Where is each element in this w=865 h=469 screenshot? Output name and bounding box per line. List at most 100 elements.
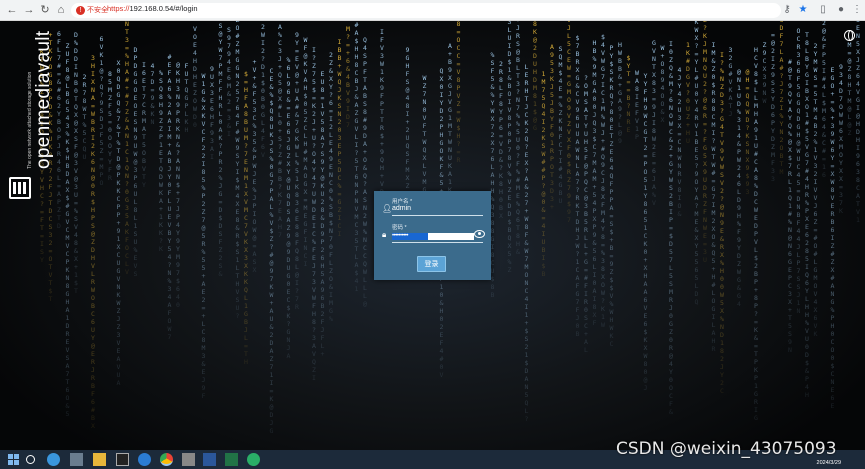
rain-glyph: 6 xyxy=(822,115,826,123)
rain-glyph: F xyxy=(601,201,605,209)
username-input[interactable]: admin xyxy=(392,205,411,212)
rain-glyph: @ xyxy=(91,230,95,238)
rain-glyph: R xyxy=(610,84,614,92)
search-icon[interactable] xyxy=(26,455,35,464)
rain-glyph: 4 xyxy=(363,44,367,52)
home-icon[interactable]: ⌂ xyxy=(54,3,68,17)
rain-glyph: E xyxy=(508,194,512,202)
rain-glyph: T xyxy=(525,95,529,103)
rain-glyph: L xyxy=(363,292,367,300)
rain-glyph: & xyxy=(202,360,206,368)
rain-glyph: Q xyxy=(117,75,121,83)
security-status[interactable]: 不安全 xyxy=(87,5,108,15)
rain-glyph: U xyxy=(559,197,563,205)
rain-glyph: F xyxy=(703,136,707,144)
rain-glyph: # xyxy=(814,250,818,258)
rain-glyph: P xyxy=(134,54,138,62)
rain-glyph: & xyxy=(202,96,206,104)
rain-glyph: 9 xyxy=(210,129,214,137)
bookmark-star-icon[interactable]: ★ xyxy=(796,3,810,17)
reload-icon[interactable]: ↻ xyxy=(38,3,52,17)
rain-glyph: V xyxy=(66,346,70,354)
rain-glyph: R xyxy=(720,243,724,251)
rain-glyph: O xyxy=(142,149,146,157)
rain-glyph: Y xyxy=(176,229,180,237)
rain-glyph: Y xyxy=(550,115,554,123)
rain-glyph: S xyxy=(814,74,818,82)
menu-icon[interactable]: ⋮ xyxy=(850,3,864,17)
rain-glyph: D xyxy=(338,166,342,174)
rain-glyph: ? xyxy=(695,202,699,210)
sidebar-icon[interactable]: ▯ xyxy=(816,3,830,17)
rain-glyph: $ xyxy=(312,86,316,94)
rain-glyph: U xyxy=(703,72,707,80)
login-button[interactable]: 登录 xyxy=(417,256,446,272)
rain-glyph: 7 xyxy=(278,199,282,207)
rain-glyph: U xyxy=(66,50,70,58)
url-text[interactable]: https://192.168.0.54/#/login xyxy=(107,4,198,13)
rain-glyph: G xyxy=(338,198,342,206)
rain-glyph: D xyxy=(856,128,860,136)
key-icon[interactable]: ⚷ xyxy=(780,3,794,17)
rain-glyph: C xyxy=(678,138,682,146)
address-bar[interactable]: ! 不安全 https://192.168.0.54/#/login xyxy=(71,3,781,18)
rain-glyph: @ xyxy=(363,300,367,308)
rain-glyph: K xyxy=(440,155,444,163)
password-input[interactable]: •••••••••• xyxy=(392,233,474,240)
profile-icon[interactable]: ● xyxy=(834,3,848,17)
back-icon[interactable]: ← xyxy=(5,3,19,17)
rain-glyph: + xyxy=(788,306,792,314)
rain-glyph: M xyxy=(304,156,308,164)
rain-glyph: @ xyxy=(533,36,537,44)
word-icon[interactable] xyxy=(203,453,216,466)
rain-glyph: E xyxy=(440,331,444,339)
rain-glyph: R xyxy=(805,191,809,199)
rain-glyph: 3 xyxy=(678,114,682,122)
rain-glyph: E xyxy=(134,94,138,102)
rain-glyph: 6 xyxy=(329,99,333,107)
app-icon[interactable] xyxy=(182,453,195,466)
rain-glyph: 8 xyxy=(295,231,299,239)
csdn-watermark: CSDN @weixin_43075093 xyxy=(616,439,837,459)
rain-glyph: C xyxy=(125,252,129,260)
chrome-icon[interactable] xyxy=(160,453,173,466)
rain-glyph: 4 xyxy=(542,110,546,118)
rain-glyph: D xyxy=(91,246,95,254)
rain-glyph: N xyxy=(338,110,342,118)
rain-glyph: O xyxy=(669,384,673,392)
excel-icon[interactable] xyxy=(225,453,238,466)
rain-glyph: Z xyxy=(159,125,163,133)
rain-glyph: A xyxy=(448,42,452,50)
rain-glyph: Z xyxy=(686,113,690,121)
rain-glyph: ? xyxy=(40,200,44,208)
rain-glyph: N xyxy=(151,118,155,126)
forward-icon[interactable]: → xyxy=(22,3,36,17)
show-password-eye-icon[interactable] xyxy=(474,230,485,238)
rain-glyph: P xyxy=(610,188,614,196)
edge-icon[interactable] xyxy=(47,453,60,466)
taskbar-date[interactable]: 2024/3/29 xyxy=(817,460,841,466)
rain-glyph: & xyxy=(57,78,61,86)
rain-glyph: 3 xyxy=(584,202,588,210)
rain-glyph: A xyxy=(754,118,758,126)
rain-glyph: 3 xyxy=(856,168,860,176)
rain-glyph: W xyxy=(525,247,529,255)
rain-glyph: P xyxy=(550,155,554,163)
wechat-icon[interactable] xyxy=(247,453,260,466)
rain-glyph: G xyxy=(686,73,690,81)
rain-glyph: L xyxy=(508,26,512,34)
rain-glyph: E xyxy=(278,207,282,215)
file-manager-icon[interactable] xyxy=(70,453,83,466)
language-globe-icon[interactable] xyxy=(844,30,855,41)
rain-glyph: H xyxy=(499,188,503,196)
folder-icon[interactable] xyxy=(93,453,106,466)
rain-glyph: 1 xyxy=(159,141,163,149)
rain-glyph: X xyxy=(831,266,835,274)
rain-glyph: 5 xyxy=(644,176,648,184)
ie-icon[interactable] xyxy=(138,453,151,466)
terminal-icon[interactable] xyxy=(116,453,129,466)
rain-glyph: Y xyxy=(805,63,809,71)
rain-glyph: D xyxy=(159,173,163,181)
rain-glyph: D xyxy=(363,132,367,140)
windows-start-icon[interactable] xyxy=(7,453,20,466)
